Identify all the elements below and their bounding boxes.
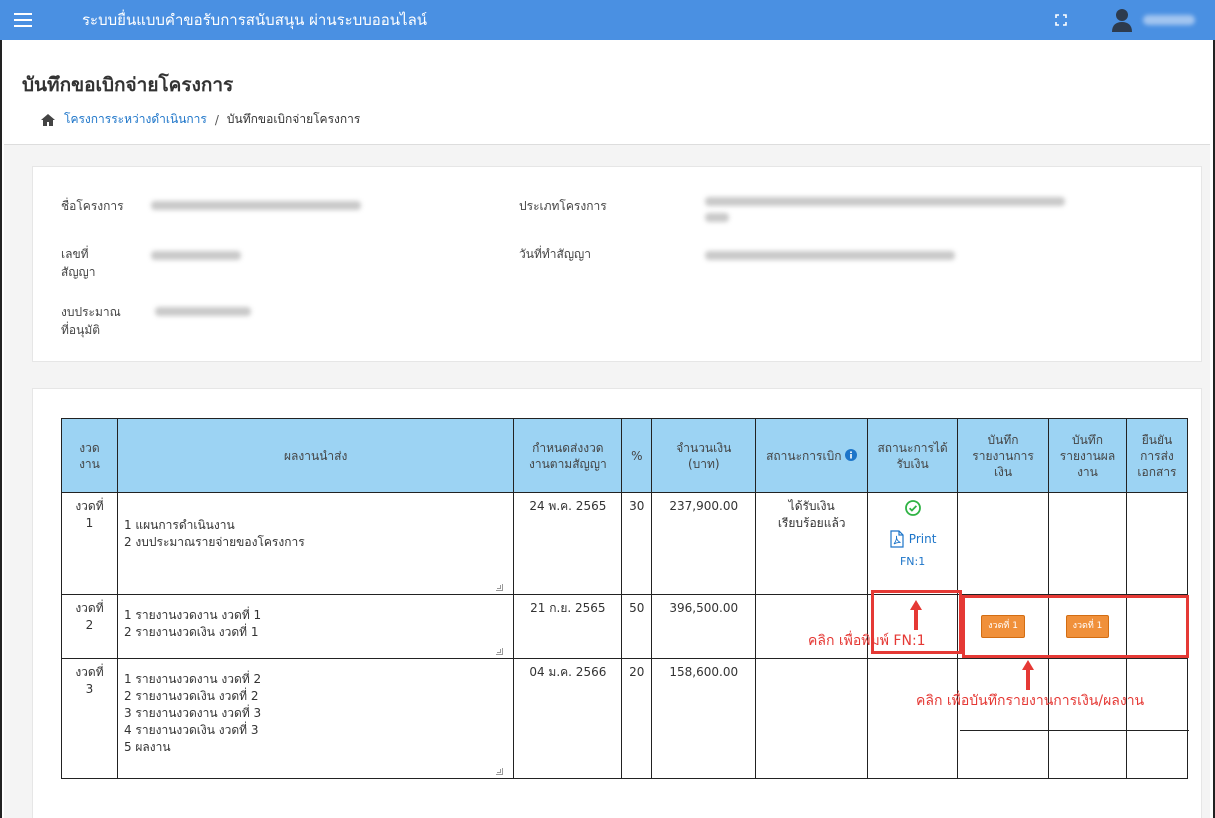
deliverable-line: 2 รายงานงวดเงิน งวดที่ 1 [123,625,259,639]
print-hint-text: คลิก เพื่อพิมพ์ FN:1 [808,633,926,649]
budget-value [155,307,251,316]
amount-cell: 158,600.00 [651,658,757,779]
hamburger-icon[interactable] [0,0,46,40]
period-cell: งวดที่ 2 [61,594,118,659]
print-fn1-button[interactable]: Print [889,530,937,548]
confirm-cell [1125,492,1189,595]
col-due: กำหนดส่งงวด งานตามสัญญา [513,418,623,493]
deliverable-line: 2 งบประมาณรายจ่ายของโครงการ [123,535,305,549]
withdraw-status-cell: ได้รับเงิน เรียบร้อยแล้ว [755,492,869,595]
user-icon[interactable] [1111,8,1133,32]
check-circle-icon [904,500,921,516]
budget-label: งบประมาณ ที่อนุมัติ [61,303,121,339]
percent-cell: 20 [621,658,653,779]
contract-no-label-line1: เลขที่ [61,247,89,261]
top-bar: ระบบยื่นแบบคำขอรับการสนับสนุน ผ่านระบบออ… [0,0,1215,40]
deliverable-line: 5 ผลงาน [123,740,171,754]
col-work-report: บันทึก รายงานผล งาน [1048,418,1127,493]
report-hint-text: คลิก เพื่อบันทึกรายงานการเงิน/ผลงาน [916,693,1145,709]
col-received-status: สถานะการได้ รับเงิน [867,418,959,493]
confirm-cell [1125,658,1189,779]
col-fin-report: บันทึก รายงานการ เงิน [957,418,1049,493]
deliverable-line: 1 รายงานงวดงาน งวดที่ 2 [123,672,262,686]
contract-no-label: เลขที่ สัญญา [61,245,96,281]
col-withdraw-status: สถานะการเบิก [755,418,869,493]
due-date-cell: 04 ม.ค. 2566 [513,658,623,779]
breadcrumb-current: บันทึกขอเบิกจ่ายโครงการ [226,112,361,126]
project-name-label: ชื่อโครงการ [61,199,124,213]
frame-border-left [0,40,2,818]
amount-cell: 237,900.00 [651,492,757,595]
pdf-icon [890,530,904,548]
col-period: งวด งาน [61,418,118,493]
work-report-cell [1048,492,1127,595]
resize-handle[interactable] [496,768,504,775]
deliverable-line: 1 แผนการดำเนินงาน [123,518,235,532]
info-icon[interactable] [845,448,858,461]
deliverable-line: 3 รายงานงวดงาน งวดที่ 3 [123,706,262,720]
deliverable-textarea[interactable]: 1 แผนการดำเนินงาน 2 งบประมาณรายจ่ายของโค… [116,492,515,595]
row3-report-divider [960,730,1189,731]
withdraw-status-cell [755,658,869,779]
budget-label-line1: งบประมาณ [61,305,121,319]
project-info-card: ชื่อโครงการ ประเภทโครงการ เลขที่ สัญญา ว… [32,166,1202,362]
due-date-cell: 21 ก.ย. 2565 [513,594,623,659]
project-type-label: ประเภทโครงการ [519,199,607,213]
col-amount: จำนวนเงิน (บาท) [651,418,757,493]
project-type-value [705,197,1065,206]
table-row: งวดที่ 3 1 รายงานงวดงาน งวดที่ 2 2 รายงาน… [61,658,1189,779]
resize-handle[interactable] [496,648,504,655]
fin-report-cell [957,658,1049,779]
project-type-value-line2 [705,213,729,222]
col-confirm: ยืนยัน การส่ง เอกสาร [1125,418,1189,493]
breadcrumb: โครงการระหว่างดำเนินการ / บันทึกขอเบิกจ่… [40,110,360,129]
resize-handle[interactable] [496,584,504,591]
project-name-value [151,201,361,210]
period-cell: งวดที่ 3 [61,658,118,779]
percent-cell: 50 [621,594,653,659]
fin-report-cell [957,492,1049,595]
deliverable-line: 2 รายงานงวดเงิน งวดที่ 2 [123,689,259,703]
due-date-cell: 24 พ.ค. 2565 [513,492,623,595]
percent-cell: 30 [621,492,653,595]
received-status-cell [867,658,959,779]
contract-date-value [705,251,955,260]
deliverable-line: 1 รายงานงวดงาน งวดที่ 1 [123,608,262,622]
deliverable-line: 4 รายงานงวดเงิน งวดที่ 3 [123,723,259,737]
contract-no-label-line2: สัญญา [61,265,96,279]
print-label: Print [908,531,937,546]
amount-cell: 396,500.00 [651,594,757,659]
fullscreen-icon[interactable] [1049,8,1073,32]
deliverable-textarea[interactable]: 1 รายงานงวดงาน งวดที่ 1 2 รายงานงวดเงิน … [116,594,515,659]
work-report-cell [1048,658,1127,779]
received-status-cell: Print FN:1 [867,492,959,595]
breadcrumb-link[interactable]: โครงการระหว่างดำเนินการ [64,110,207,129]
home-icon[interactable] [40,113,56,127]
arrow-up-icon [1022,660,1034,690]
user-name[interactable] [1143,15,1195,25]
report-highlight-box [962,595,1189,658]
arrow-up-icon [910,600,922,630]
contract-no-value [151,251,241,260]
budget-label-line2: ที่อนุมัติ [61,323,101,337]
breadcrumb-separator: / [214,112,219,127]
table-row: งวดที่ 1 1 แผนการดำเนินงาน 2 งบประมาณรายจ… [61,492,1189,595]
contract-date-label: วันที่ทำสัญญา [519,247,592,261]
col-percent: % [621,418,653,493]
app-title: ระบบยื่นแบบคำขอรับการสนับสนุน ผ่านระบบออ… [82,11,428,29]
print-sub-label: FN:1 [899,555,926,568]
col-deliverable: ผลงานนำส่ง [116,418,515,493]
table-header-row: งวด งาน ผลงานนำส่ง กำหนดส่งงวด งานตามสัญญา… [61,418,1189,493]
page-title: บันทึกขอเบิกจ่ายโครงการ [22,74,234,96]
deliverable-textarea[interactable]: 1 รายงานงวดงาน งวดที่ 2 2 รายงานงวดเงิน … [116,658,515,779]
period-cell: งวดที่ 1 [61,492,118,595]
